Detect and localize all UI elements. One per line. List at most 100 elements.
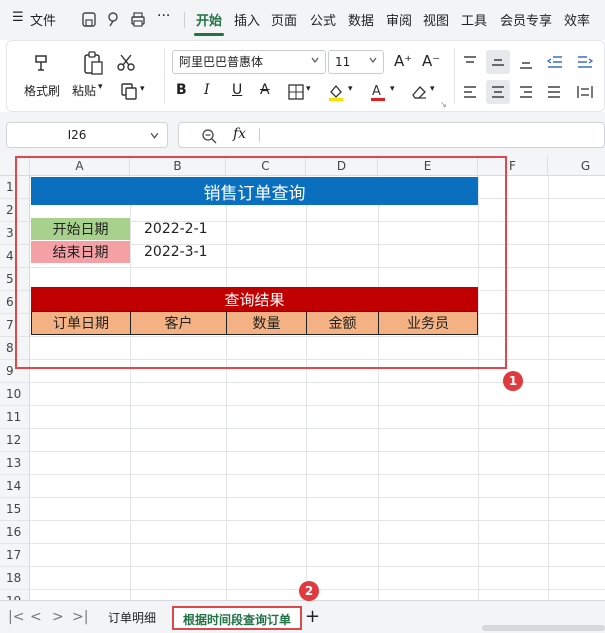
tab-formula[interactable]: 公式 [310, 10, 336, 29]
row-header-5[interactable]: 5 [0, 268, 30, 291]
row-header-18[interactable]: 18 [0, 567, 30, 590]
row-header-19[interactable]: 19 [0, 590, 30, 600]
bold-icon[interactable]: B [176, 82, 187, 98]
save-icon[interactable] [80, 9, 98, 29]
align-left-icon[interactable] [462, 84, 478, 100]
fx-icon[interactable]: fx [233, 126, 246, 142]
next-sheet-icon[interactable]: > [52, 609, 64, 625]
start-date-value[interactable]: 2022-2-1 [130, 218, 226, 240]
align-center-icon[interactable] [490, 84, 506, 100]
more-icon[interactable]: ··· [157, 8, 170, 24]
tab-page[interactable]: 页面 [271, 10, 297, 29]
eraser-icon[interactable] [410, 84, 428, 100]
column-header-b[interactable]: B [130, 156, 226, 176]
hamburger-icon[interactable]: ☰ [12, 10, 24, 25]
header-quantity[interactable]: 数量 [226, 311, 307, 335]
row-header-11[interactable]: 11 [0, 406, 30, 429]
clear-dropdown-icon[interactable]: ▾ [430, 84, 435, 94]
end-date-value[interactable]: 2022-3-1 [130, 241, 226, 263]
header-order-date[interactable]: 订单日期 [31, 311, 131, 335]
copy-icon[interactable] [120, 82, 138, 100]
pin-icon[interactable] [104, 9, 122, 29]
tab-review[interactable]: 审阅 [386, 10, 412, 29]
increase-font-icon[interactable]: A⁺ [394, 52, 412, 70]
italic-icon[interactable]: I [204, 82, 210, 98]
row-header-4[interactable]: 4 [0, 245, 30, 268]
row-header-3[interactable]: 3 [0, 222, 30, 245]
cut-icon[interactable] [116, 52, 136, 72]
sheet-tab-query-by-period[interactable]: 根据时间段查询订单 [172, 606, 302, 630]
strikethrough-icon[interactable]: A [260, 82, 270, 98]
first-sheet-icon[interactable]: |< [8, 609, 24, 625]
horizontal-scrollbar[interactable] [482, 625, 605, 631]
tab-home[interactable]: 开始 [196, 10, 222, 29]
font-dialog-launcher-icon[interactable]: ↘ [440, 100, 447, 109]
fill-color-icon[interactable] [326, 82, 346, 102]
row-header-12[interactable]: 12 [0, 429, 30, 452]
column-header-g[interactable]: G [548, 156, 605, 176]
tab-efficiency[interactable]: 效率 [564, 10, 590, 29]
align-bottom-icon[interactable] [518, 54, 534, 70]
last-sheet-icon[interactable]: >| [72, 609, 88, 625]
column-header-f[interactable]: F [478, 156, 548, 176]
column-header-a[interactable]: A [30, 156, 130, 176]
underline-icon[interactable]: U [232, 82, 242, 98]
format-painter-button[interactable]: 格式刷 [24, 82, 60, 99]
tab-tools[interactable]: 工具 [461, 10, 487, 29]
row-header-15[interactable]: 15 [0, 498, 30, 521]
copy-dropdown-icon[interactable]: ▾ [140, 84, 145, 94]
sheet-tab-order-details[interactable]: 订单明细 [108, 606, 156, 630]
row-header-10[interactable]: 10 [0, 383, 30, 406]
file-menu[interactable]: 文件 [30, 10, 56, 29]
paste-dropdown-icon[interactable]: ▾ [98, 82, 103, 92]
start-date-label[interactable]: 开始日期 [31, 218, 130, 240]
row-header-16[interactable]: 16 [0, 521, 30, 544]
header-amount[interactable]: 金额 [306, 311, 379, 335]
print-icon[interactable] [129, 9, 147, 29]
row-header-13[interactable]: 13 [0, 452, 30, 475]
row-header-17[interactable]: 17 [0, 544, 30, 567]
row-header-6[interactable]: 6 [0, 291, 30, 314]
row-header-7[interactable]: 7 [0, 314, 30, 337]
align-right-icon[interactable] [518, 84, 534, 100]
tab-view[interactable]: 视图 [423, 10, 449, 29]
header-customer[interactable]: 客户 [130, 311, 227, 335]
fill-color-dropdown-icon[interactable]: ▾ [348, 84, 353, 94]
justify-icon[interactable] [546, 84, 562, 100]
spreadsheet-grid[interactable]: A B C D E F G 1 2 3 4 5 6 7 8 9 10 11 12 13 14 15 16 17 1… [0, 156, 605, 600]
formula-input[interactable]: fx [178, 122, 605, 148]
tab-member[interactable]: 会员专享 [500, 10, 552, 29]
header-salesperson[interactable]: 业务员 [378, 311, 478, 335]
align-middle-icon[interactable] [490, 54, 506, 70]
row-header-14[interactable]: 14 [0, 475, 30, 498]
font-name-select[interactable]: 阿里巴巴普惠体 [172, 50, 326, 74]
decrease-font-icon[interactable]: A⁻ [422, 52, 440, 70]
select-all-corner[interactable] [0, 156, 30, 176]
column-header-c[interactable]: C [226, 156, 306, 176]
align-top-icon[interactable] [462, 54, 478, 70]
tab-insert[interactable]: 插入 [234, 10, 260, 29]
row-header-1[interactable]: 1 [0, 176, 30, 199]
end-date-label[interactable]: 结束日期 [31, 241, 130, 263]
paste-button[interactable]: 粘贴 [72, 82, 96, 99]
decrease-indent-icon[interactable] [546, 54, 564, 70]
row-header-8[interactable]: 8 [0, 337, 30, 360]
column-header-e[interactable]: E [378, 156, 478, 176]
column-header-d[interactable]: D [306, 156, 378, 176]
distributed-align-icon[interactable] [576, 84, 594, 100]
paste-icon[interactable] [80, 50, 106, 78]
row-header-9[interactable]: 9 [0, 360, 30, 383]
zoom-icon[interactable] [201, 128, 217, 144]
tab-data[interactable]: 数据 [348, 10, 374, 29]
prev-sheet-icon[interactable]: < [30, 609, 42, 625]
font-size-select[interactable]: 11 [328, 50, 384, 74]
sheet-title[interactable]: 销售订单查询 [31, 177, 478, 205]
row-header-2[interactable]: 2 [0, 199, 30, 222]
name-box[interactable]: I26 [6, 122, 168, 148]
result-title[interactable]: 查询结果 [31, 287, 478, 311]
format-painter-icon[interactable] [30, 52, 54, 76]
borders-icon[interactable] [288, 84, 304, 100]
font-color-dropdown-icon[interactable]: ▾ [390, 84, 395, 94]
increase-indent-icon[interactable] [576, 54, 594, 70]
add-sheet-button[interactable]: + [305, 606, 320, 627]
